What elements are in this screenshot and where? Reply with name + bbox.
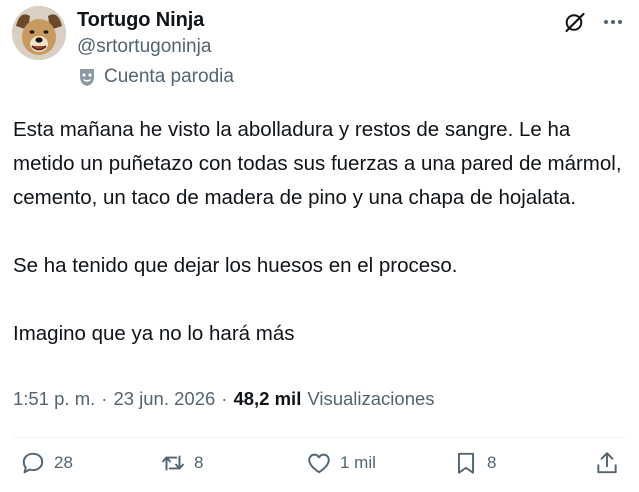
bookmark-icon — [457, 452, 475, 474]
retweet-count: 8 — [194, 453, 204, 472]
views-count: 48,2 mil — [233, 388, 302, 409]
avatar[interactable] — [12, 6, 66, 60]
share-icon — [597, 452, 617, 474]
parody-label: Cuenta parodia — [78, 66, 234, 88]
tweet-meta: 1:51 p. m. · 23 jun. 2026 · 48,2 mil Vis… — [13, 388, 435, 410]
tweet-time[interactable]: 1:51 p. m. — [13, 388, 95, 410]
reply-count: 28 — [54, 453, 73, 472]
top-actions — [563, 10, 625, 34]
bookmark-count: 8 — [487, 453, 497, 472]
action-bar: 28 8 1 mil 8 — [0, 450, 639, 486]
bookmark-button[interactable]: 8 — [453, 450, 496, 476]
tweet-paragraph: Imagino que ya no lo hará más — [13, 322, 295, 345]
like-icon — [308, 453, 330, 474]
display-name[interactable]: Tortugo Ninja — [77, 9, 204, 32]
user-handle[interactable]: @srtortugoninja — [77, 36, 211, 58]
tweet-paragraph: Esta mañana he visto la abolladura y res… — [13, 118, 622, 209]
views-label: Visualizaciones — [307, 388, 435, 409]
meta-separator: · — [101, 388, 108, 409]
retweet-icon — [162, 455, 184, 471]
reply-button[interactable]: 28 — [20, 450, 73, 476]
retweet-button[interactable]: 8 — [160, 450, 203, 476]
more-icon[interactable] — [601, 10, 625, 34]
share-button[interactable] — [594, 450, 620, 476]
reply-icon — [22, 452, 44, 474]
tweet-date[interactable]: 23 jun. 2026 — [113, 388, 215, 410]
divider — [13, 437, 626, 438]
parody-mask-icon — [80, 69, 94, 86]
grok-icon[interactable] — [563, 10, 587, 34]
dog-avatar-image — [12, 6, 66, 60]
like-count: 1 mil — [340, 453, 376, 472]
tweet-text: Esta mañana he visto la abolladura y res… — [13, 113, 628, 351]
like-button[interactable]: 1 mil — [306, 450, 376, 476]
parody-label-text: Cuenta parodia — [104, 66, 234, 87]
meta-separator: · — [221, 388, 228, 409]
tweet-paragraph: Se ha tenido que dejar los huesos en el … — [13, 254, 458, 277]
